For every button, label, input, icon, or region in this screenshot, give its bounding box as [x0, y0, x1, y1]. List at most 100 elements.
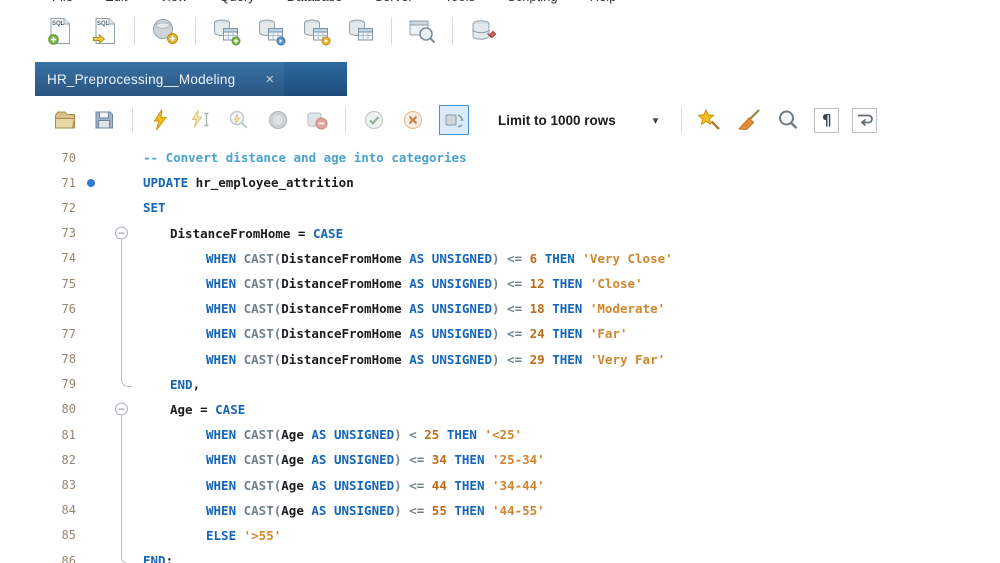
- code-line[interactable]: 71UPDATE hr_employee_attrition: [0, 170, 1000, 195]
- fold-gutter-cell: [106, 195, 142, 220]
- code-line[interactable]: 80−Age = CASE: [0, 397, 1000, 422]
- clean-button[interactable]: [736, 107, 762, 133]
- execute-button[interactable]: [148, 107, 174, 133]
- menu-query[interactable]: Query: [219, 0, 254, 4]
- code-text: WHEN CAST(DistanceFromHome AS UNSIGNED) …: [142, 326, 628, 341]
- main-toolbar: SQL SQL: [42, 12, 500, 50]
- menu-view[interactable]: View: [159, 0, 187, 4]
- menu-help[interactable]: Help: [590, 0, 617, 4]
- tab-hr-preprocessing-modeling[interactable]: HR_Preprocessing__Modeling ×: [35, 62, 284, 96]
- code-line[interactable]: 76WHEN CAST(DistanceFromHome AS UNSIGNED…: [0, 296, 1000, 321]
- line-number: 78: [0, 352, 76, 366]
- toggle-stop-on-error-button[interactable]: [304, 107, 330, 133]
- toggle-autocommit-button[interactable]: [439, 105, 469, 135]
- code-text: WHEN CAST(Age AS UNSIGNED) <= 55 THEN '4…: [142, 503, 545, 518]
- x-circle-icon: [401, 108, 425, 132]
- code-text: SET: [142, 200, 166, 215]
- function-cylinder-icon: [346, 16, 376, 46]
- code-line[interactable]: 81WHEN CAST(Age AS UNSIGNED) < 25 THEN '…: [0, 422, 1000, 447]
- menu-bar: File Edit View Query Database Server Too…: [52, 0, 616, 5]
- find-button[interactable]: [775, 107, 801, 133]
- sql-editor[interactable]: 70-- Convert distance and age into categ…: [0, 143, 1000, 563]
- database-plug-icon: [468, 16, 498, 46]
- fold-gutter-cell: [106, 447, 142, 472]
- commit-button[interactable]: [361, 107, 387, 133]
- gutter-marker-cell: [76, 170, 106, 195]
- search-table-data-button[interactable]: [405, 14, 439, 48]
- new-procedure-button[interactable]: [299, 14, 333, 48]
- fold-gutter-cell: [106, 422, 142, 447]
- new-sql-tab-button[interactable]: SQL: [42, 14, 76, 48]
- autocommit-icon: [443, 109, 465, 131]
- line-number: 83: [0, 478, 76, 492]
- rollback-button[interactable]: [400, 107, 426, 133]
- line-number: 82: [0, 453, 76, 467]
- explain-button[interactable]: [226, 107, 252, 133]
- query-tab-strip: HR_Preprocessing__Modeling ×: [35, 62, 347, 96]
- sql-editor-toolbar: Limit to 1000 rows ▾ ¶: [52, 100, 877, 140]
- tab-close-icon[interactable]: ×: [265, 72, 274, 87]
- fold-line: [121, 472, 122, 497]
- code-text: END;: [142, 553, 173, 563]
- code-line[interactable]: 74WHEN CAST(DistanceFromHome AS UNSIGNED…: [0, 246, 1000, 271]
- line-number: 84: [0, 503, 76, 517]
- code-text: WHEN CAST(DistanceFromHome AS UNSIGNED) …: [142, 301, 665, 316]
- fold-corner: [121, 548, 132, 563]
- code-text: WHEN CAST(DistanceFromHome AS UNSIGNED) …: [142, 251, 673, 266]
- chevron-down-icon[interactable]: ▾: [653, 114, 659, 127]
- code-line[interactable]: 85ELSE '>55': [0, 523, 1000, 548]
- code-line[interactable]: 72 SET: [0, 195, 1000, 220]
- code-text: END,: [142, 377, 200, 392]
- sql-document-open-icon: SQL: [90, 16, 119, 46]
- reconnect-dbms-button[interactable]: [466, 14, 500, 48]
- fold-line: [121, 246, 122, 271]
- limit-rows-dropdown[interactable]: Limit to 1000 rows: [498, 113, 616, 128]
- code-line[interactable]: 70-- Convert distance and age into categ…: [0, 145, 1000, 170]
- menu-server[interactable]: Server: [374, 0, 412, 4]
- wrap-text-button[interactable]: [852, 108, 877, 133]
- execute-current-button[interactable]: [187, 107, 213, 133]
- folder-icon: [53, 108, 77, 132]
- menu-database[interactable]: Database: [287, 0, 343, 4]
- line-number: 79: [0, 377, 76, 391]
- code-line[interactable]: 84 WHEN CAST(Age AS UNSIGNED) <= 55 THEN …: [0, 498, 1000, 523]
- line-number: 72: [0, 201, 76, 215]
- line-number: 75: [0, 277, 76, 291]
- beautify-button[interactable]: [697, 107, 723, 133]
- lightning-icon: [149, 108, 173, 132]
- open-sql-script-button[interactable]: SQL: [87, 14, 121, 48]
- code-text: Age = CASE: [142, 402, 245, 417]
- code-line[interactable]: 75WHEN CAST(DistanceFromHome AS UNSIGNED…: [0, 271, 1000, 296]
- code-line[interactable]: 79 END,: [0, 372, 1000, 397]
- new-table-button[interactable]: [209, 14, 243, 48]
- code-line[interactable]: 77WHEN CAST(DistanceFromHome AS UNSIGNED…: [0, 321, 1000, 346]
- invisible-chars-button[interactable]: ¶: [814, 108, 839, 133]
- code-line[interactable]: 82WHEN CAST(Age AS UNSIGNED) <= 34 THEN …: [0, 447, 1000, 472]
- fold-line: [121, 271, 122, 296]
- code-line[interactable]: 83WHEN CAST(Age AS UNSIGNED) <= 44 THEN …: [0, 472, 1000, 497]
- fold-gutter-cell: [106, 170, 142, 195]
- fold-gutter-cell: [106, 246, 142, 271]
- new-function-button[interactable]: [344, 14, 378, 48]
- fold-line: [121, 422, 122, 447]
- fold-toggle-icon[interactable]: −: [115, 403, 128, 416]
- save-script-button[interactable]: [91, 107, 117, 133]
- gutter-marker-cell: [76, 195, 106, 220]
- stop-button[interactable]: [265, 107, 291, 133]
- menu-file[interactable]: File: [52, 0, 73, 4]
- new-schema-button[interactable]: [148, 14, 182, 48]
- code-text: UPDATE hr_employee_attrition: [142, 175, 354, 190]
- menu-tools[interactable]: Tools: [445, 0, 475, 4]
- open-script-button[interactable]: [52, 107, 78, 133]
- code-line[interactable]: 78WHEN CAST(DistanceFromHome AS UNSIGNED…: [0, 347, 1000, 372]
- code-line[interactable]: 73−DistanceFromHome = CASE: [0, 221, 1000, 246]
- gutter-marker-cell: [76, 347, 106, 372]
- code-line[interactable]: 86END;: [0, 548, 1000, 563]
- toolbar-separator: [452, 17, 453, 45]
- stop-on-error-icon: [305, 108, 329, 132]
- new-view-button[interactable]: [254, 14, 288, 48]
- menu-scripting[interactable]: Scripting: [507, 0, 558, 4]
- menu-edit[interactable]: Edit: [105, 0, 127, 4]
- fold-toggle-icon[interactable]: −: [115, 227, 128, 240]
- gutter-marker-cell: [76, 397, 106, 422]
